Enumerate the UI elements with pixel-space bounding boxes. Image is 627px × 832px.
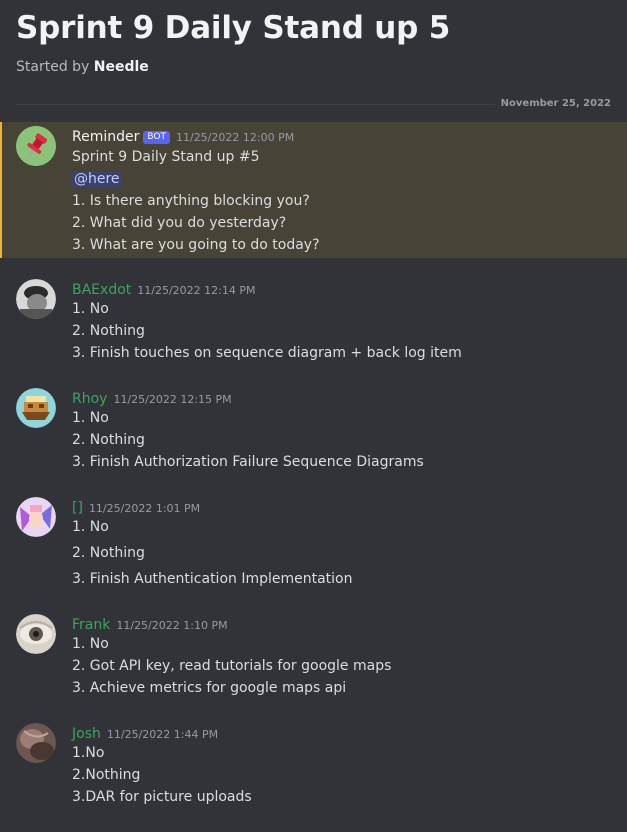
pushpin-icon: [16, 126, 56, 166]
timestamp[interactable]: 11/25/2022 12:00 PM: [176, 131, 294, 144]
message-header: Reminder BOT 11/25/2022 12:00 PM: [72, 126, 294, 145]
message-rhoy[interactable]: Rhoy 11/25/2022 12:15 PM 1. No 2. Nothing…: [0, 386, 627, 478]
started-by-label: Started by: [16, 59, 94, 75]
brackets-avatar[interactable]: [16, 497, 56, 537]
date-divider-label: November 25, 2022: [494, 97, 611, 111]
ship-avatar: [16, 388, 56, 428]
message-baexdot[interactable]: BAExdot 11/25/2022 12:14 PM 1. No 2. Noth…: [0, 277, 627, 369]
message-line: 2. Nothing: [72, 545, 145, 561]
thread-title: Sprint 9 Daily Stand up 5: [16, 10, 451, 46]
baexdot-avatar[interactable]: [16, 279, 56, 319]
message-line: 3.DAR for picture uploads: [72, 789, 252, 805]
message-line: 1. No: [72, 636, 109, 652]
timestamp[interactable]: 11/25/2022 12:14 PM: [137, 284, 255, 297]
message-line: 1. Is there anything blocking you?: [72, 193, 310, 209]
bot-tag: BOT: [143, 131, 170, 144]
timestamp[interactable]: 11/25/2022 1:01 PM: [89, 502, 200, 515]
timestamp[interactable]: 11/25/2022 12:15 PM: [113, 393, 231, 406]
anime-avatar: [16, 497, 56, 537]
message-header: Josh 11/25/2022 1:44 PM: [72, 723, 218, 742]
message-line: 3. What are you going to do today?: [72, 237, 320, 253]
message-line: 1.No: [72, 745, 105, 761]
started-by: Started by Needle: [16, 59, 149, 75]
josh-avatar[interactable]: [16, 723, 56, 763]
photo-avatar: [16, 723, 56, 763]
message-line: 1. No: [72, 301, 109, 317]
here-mention[interactable]: @here: [72, 171, 122, 187]
author-name[interactable]: Rhoy: [72, 391, 107, 407]
message-line: 2. Nothing: [72, 323, 145, 339]
message-header: Frank 11/25/2022 1:10 PM: [72, 614, 228, 633]
message-line: 2. What did you do yesterday?: [72, 215, 287, 231]
timestamp[interactable]: 11/25/2022 1:10 PM: [116, 619, 227, 632]
message-line: 3. Achieve metrics for google maps api: [72, 680, 347, 696]
message-line: 1. No: [72, 410, 109, 426]
message-line: 2. Nothing: [72, 432, 145, 448]
message-frank[interactable]: Frank 11/25/2022 1:10 PM 1. No 2. Got API…: [0, 612, 627, 704]
message-line: 2.Nothing: [72, 767, 141, 783]
author-name[interactable]: []: [72, 500, 83, 516]
rhoy-avatar[interactable]: [16, 388, 56, 428]
timestamp[interactable]: 11/25/2022 1:44 PM: [107, 728, 218, 741]
message-brackets[interactable]: [] 11/25/2022 1:01 PM 1. No 2. Nothing 3.…: [0, 495, 627, 591]
message-line: 1. No: [72, 519, 109, 535]
message-line: 3. Finish Authentication Implementation: [72, 571, 353, 587]
author-name[interactable]: Josh: [72, 726, 101, 742]
message-header: Rhoy 11/25/2022 12:15 PM: [72, 388, 232, 407]
eye-avatar: [16, 614, 56, 654]
message-line: 3. Finish Authorization Failure Sequence…: [72, 454, 424, 470]
user-photo-avatar: [16, 279, 56, 319]
started-by-username[interactable]: Needle: [94, 59, 149, 75]
frank-avatar[interactable]: [16, 614, 56, 654]
message-header: BAExdot 11/25/2022 12:14 PM: [72, 279, 255, 298]
message-reminder[interactable]: Reminder BOT 11/25/2022 12:00 PM Sprint 9 …: [0, 122, 627, 258]
message-header: [] 11/25/2022 1:01 PM: [72, 497, 200, 516]
mention[interactable]: @here: [72, 169, 122, 189]
message-line: 2. Got API key, read tutorials for googl…: [72, 658, 392, 674]
author-name[interactable]: Frank: [72, 617, 110, 633]
message-line: 3. Finish touches on sequence diagram + …: [72, 345, 462, 361]
message-line: Sprint 9 Daily Stand up #5: [72, 149, 260, 165]
reminder-avatar[interactable]: [16, 126, 56, 166]
message-josh[interactable]: Josh 11/25/2022 1:44 PM 1.No 2.Nothing 3.…: [0, 721, 627, 813]
author-name[interactable]: BAExdot: [72, 282, 131, 298]
author-name[interactable]: Reminder: [72, 129, 139, 145]
